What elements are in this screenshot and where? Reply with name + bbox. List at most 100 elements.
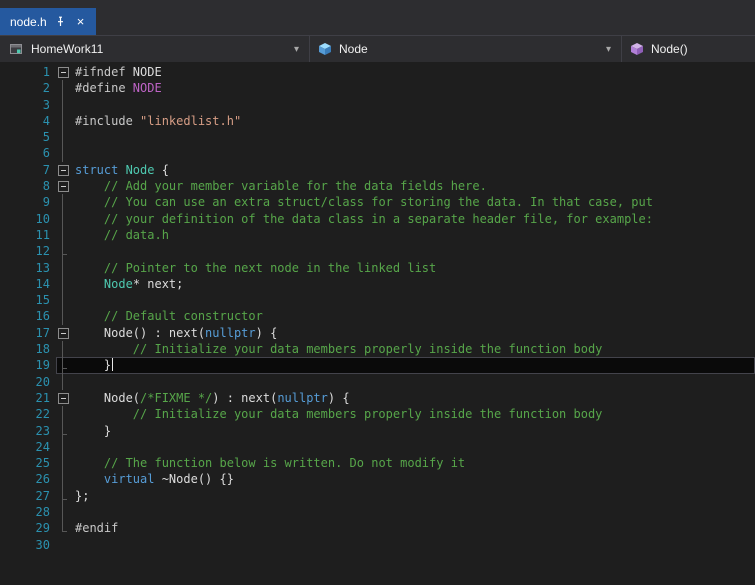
code-line-25[interactable]: 25 // The function below is written. Do … (0, 455, 755, 472)
code-line-4[interactable]: 4 #include "linkedlist.h" (0, 112, 755, 130)
fold-toggle-icon[interactable] (56, 64, 70, 80)
fold-guide (56, 259, 70, 277)
fold-toggle-icon[interactable] (56, 178, 70, 194)
line-number[interactable]: 18 (0, 341, 56, 357)
project-dropdown[interactable]: HomeWork11 ▾ (0, 36, 310, 62)
member-dropdown[interactable]: Node() (622, 36, 755, 62)
code-line-11[interactable]: 11 // data.h (0, 226, 755, 244)
code-line-10[interactable]: 10 // your definition of the data class … (0, 210, 755, 228)
line-number[interactable]: 30 (0, 537, 56, 553)
struct-icon (318, 42, 332, 56)
code-token: #ifndef (75, 65, 133, 79)
line-number[interactable]: 4 (0, 113, 56, 129)
code-line-8[interactable]: 8 // Add your member variable for the da… (0, 178, 755, 194)
code-line-18[interactable]: 18 // Initialize your data members prope… (0, 341, 755, 358)
code-line-7[interactable]: 7 struct Node { (0, 162, 755, 178)
type-dropdown[interactable]: Node ▾ (310, 36, 622, 62)
line-number[interactable]: 13 (0, 260, 56, 276)
project-dropdown-label: HomeWork11 (31, 42, 104, 56)
code-token: ) : next( (212, 390, 278, 405)
line-number[interactable]: 6 (0, 145, 56, 161)
code-text: struct Node { (70, 162, 169, 178)
line-number[interactable]: 5 (0, 129, 56, 145)
close-icon[interactable]: × (74, 14, 88, 29)
line-number[interactable]: 28 (0, 504, 56, 520)
line-number[interactable]: 25 (0, 455, 56, 471)
line-body: }; (56, 487, 755, 505)
code-line-26[interactable]: 26 virtual ~Node() {} (0, 471, 755, 489)
code-line-16[interactable]: 16 // Default constructor (0, 308, 755, 326)
code-editor[interactable]: 1 #ifndef NODE 2 #define NODE 3 4 #include "li… (0, 62, 755, 585)
code-line-21[interactable]: 21 Node(/*FIXME */) : next(nullptr) { (0, 390, 755, 406)
line-number[interactable]: 20 (0, 374, 56, 390)
code-line-17[interactable]: 17 Node() : next(nullptr) { (0, 325, 755, 341)
line-number[interactable]: 17 (0, 325, 56, 341)
code-line-20[interactable]: 20 (0, 373, 755, 391)
code-token: // You can use an extra struct/class for… (103, 195, 653, 210)
line-number[interactable]: 2 (0, 80, 56, 96)
code-line-30[interactable]: 30 (0, 537, 755, 553)
line-number[interactable]: 9 (0, 194, 56, 210)
code-line-24[interactable]: 24 (0, 438, 755, 456)
fold-guide (56, 226, 70, 244)
code-token: ) { (327, 390, 350, 405)
code-line-12[interactable]: 12 (0, 243, 755, 260)
line-number[interactable]: 23 (0, 423, 56, 439)
code-line-23[interactable]: 23 } (0, 422, 755, 440)
code-text (70, 243, 75, 259)
code-line-27[interactable]: 27}; (0, 487, 755, 505)
line-number[interactable]: 7 (0, 162, 56, 178)
line-body: } (56, 357, 755, 374)
line-number[interactable]: 15 (0, 292, 56, 308)
line-body: Node() : next(nullptr) { (56, 325, 755, 341)
code-line-3[interactable]: 3 (0, 96, 755, 114)
code-line-28[interactable]: 28 (0, 504, 755, 521)
code-token: } (75, 358, 112, 373)
code-line-15[interactable]: 15 (0, 292, 755, 309)
pin-icon[interactable] (55, 16, 66, 27)
chevron-down-icon[interactable]: ▾ (606, 44, 613, 55)
code-line-6[interactable]: 6 (0, 145, 755, 163)
line-number[interactable]: 19 (0, 357, 56, 373)
line-number[interactable]: 10 (0, 211, 56, 227)
code-line-13[interactable]: 13 // Pointer to the next node in the li… (0, 259, 755, 277)
line-number[interactable]: 24 (0, 439, 56, 455)
code-text (70, 292, 75, 308)
line-number[interactable]: 3 (0, 97, 56, 113)
line-number[interactable]: 22 (0, 406, 56, 422)
code-line-5[interactable]: 5 (0, 129, 755, 146)
code-token: #define (75, 81, 133, 96)
code-text: #endif (70, 520, 118, 536)
line-number[interactable]: 29 (0, 520, 56, 536)
type-dropdown-label: Node (339, 42, 368, 56)
tab-node-h[interactable]: node.h × (0, 8, 97, 35)
line-number[interactable]: 14 (0, 276, 56, 292)
fold-guide (56, 406, 70, 423)
code-line-19[interactable]: 19 } (0, 357, 755, 374)
chevron-down-icon[interactable]: ▾ (294, 44, 301, 55)
line-number[interactable]: 12 (0, 243, 56, 259)
line-number[interactable]: 8 (0, 178, 56, 194)
code-token: struct (75, 162, 126, 177)
code-line-2[interactable]: 2 #define NODE (0, 80, 755, 97)
code-line-1[interactable]: 1 #ifndef NODE (0, 64, 755, 80)
code-line-9[interactable]: 9 // You can use an extra struct/class f… (0, 194, 755, 211)
line-number[interactable]: 16 (0, 308, 56, 324)
line-body (56, 438, 755, 456)
fold-toggle-icon[interactable] (56, 390, 70, 406)
code-text: }; (70, 488, 89, 504)
code-line-29[interactable]: 29 #endif (0, 520, 755, 536)
line-number[interactable]: 27 (0, 488, 56, 504)
line-number[interactable]: 1 (0, 64, 56, 80)
fold-toggle-icon[interactable] (56, 162, 70, 178)
code-text: // Default constructor (70, 308, 263, 324)
code-line-14[interactable]: 14 Node* next; (0, 275, 755, 293)
code-line-22[interactable]: 22 // Initialize your data members prope… (0, 406, 755, 423)
line-number[interactable]: 26 (0, 471, 56, 487)
fold-guide (56, 373, 70, 391)
line-number[interactable]: 21 (0, 390, 56, 406)
line-number[interactable]: 11 (0, 227, 56, 243)
fold-toggle-icon[interactable] (56, 325, 70, 341)
